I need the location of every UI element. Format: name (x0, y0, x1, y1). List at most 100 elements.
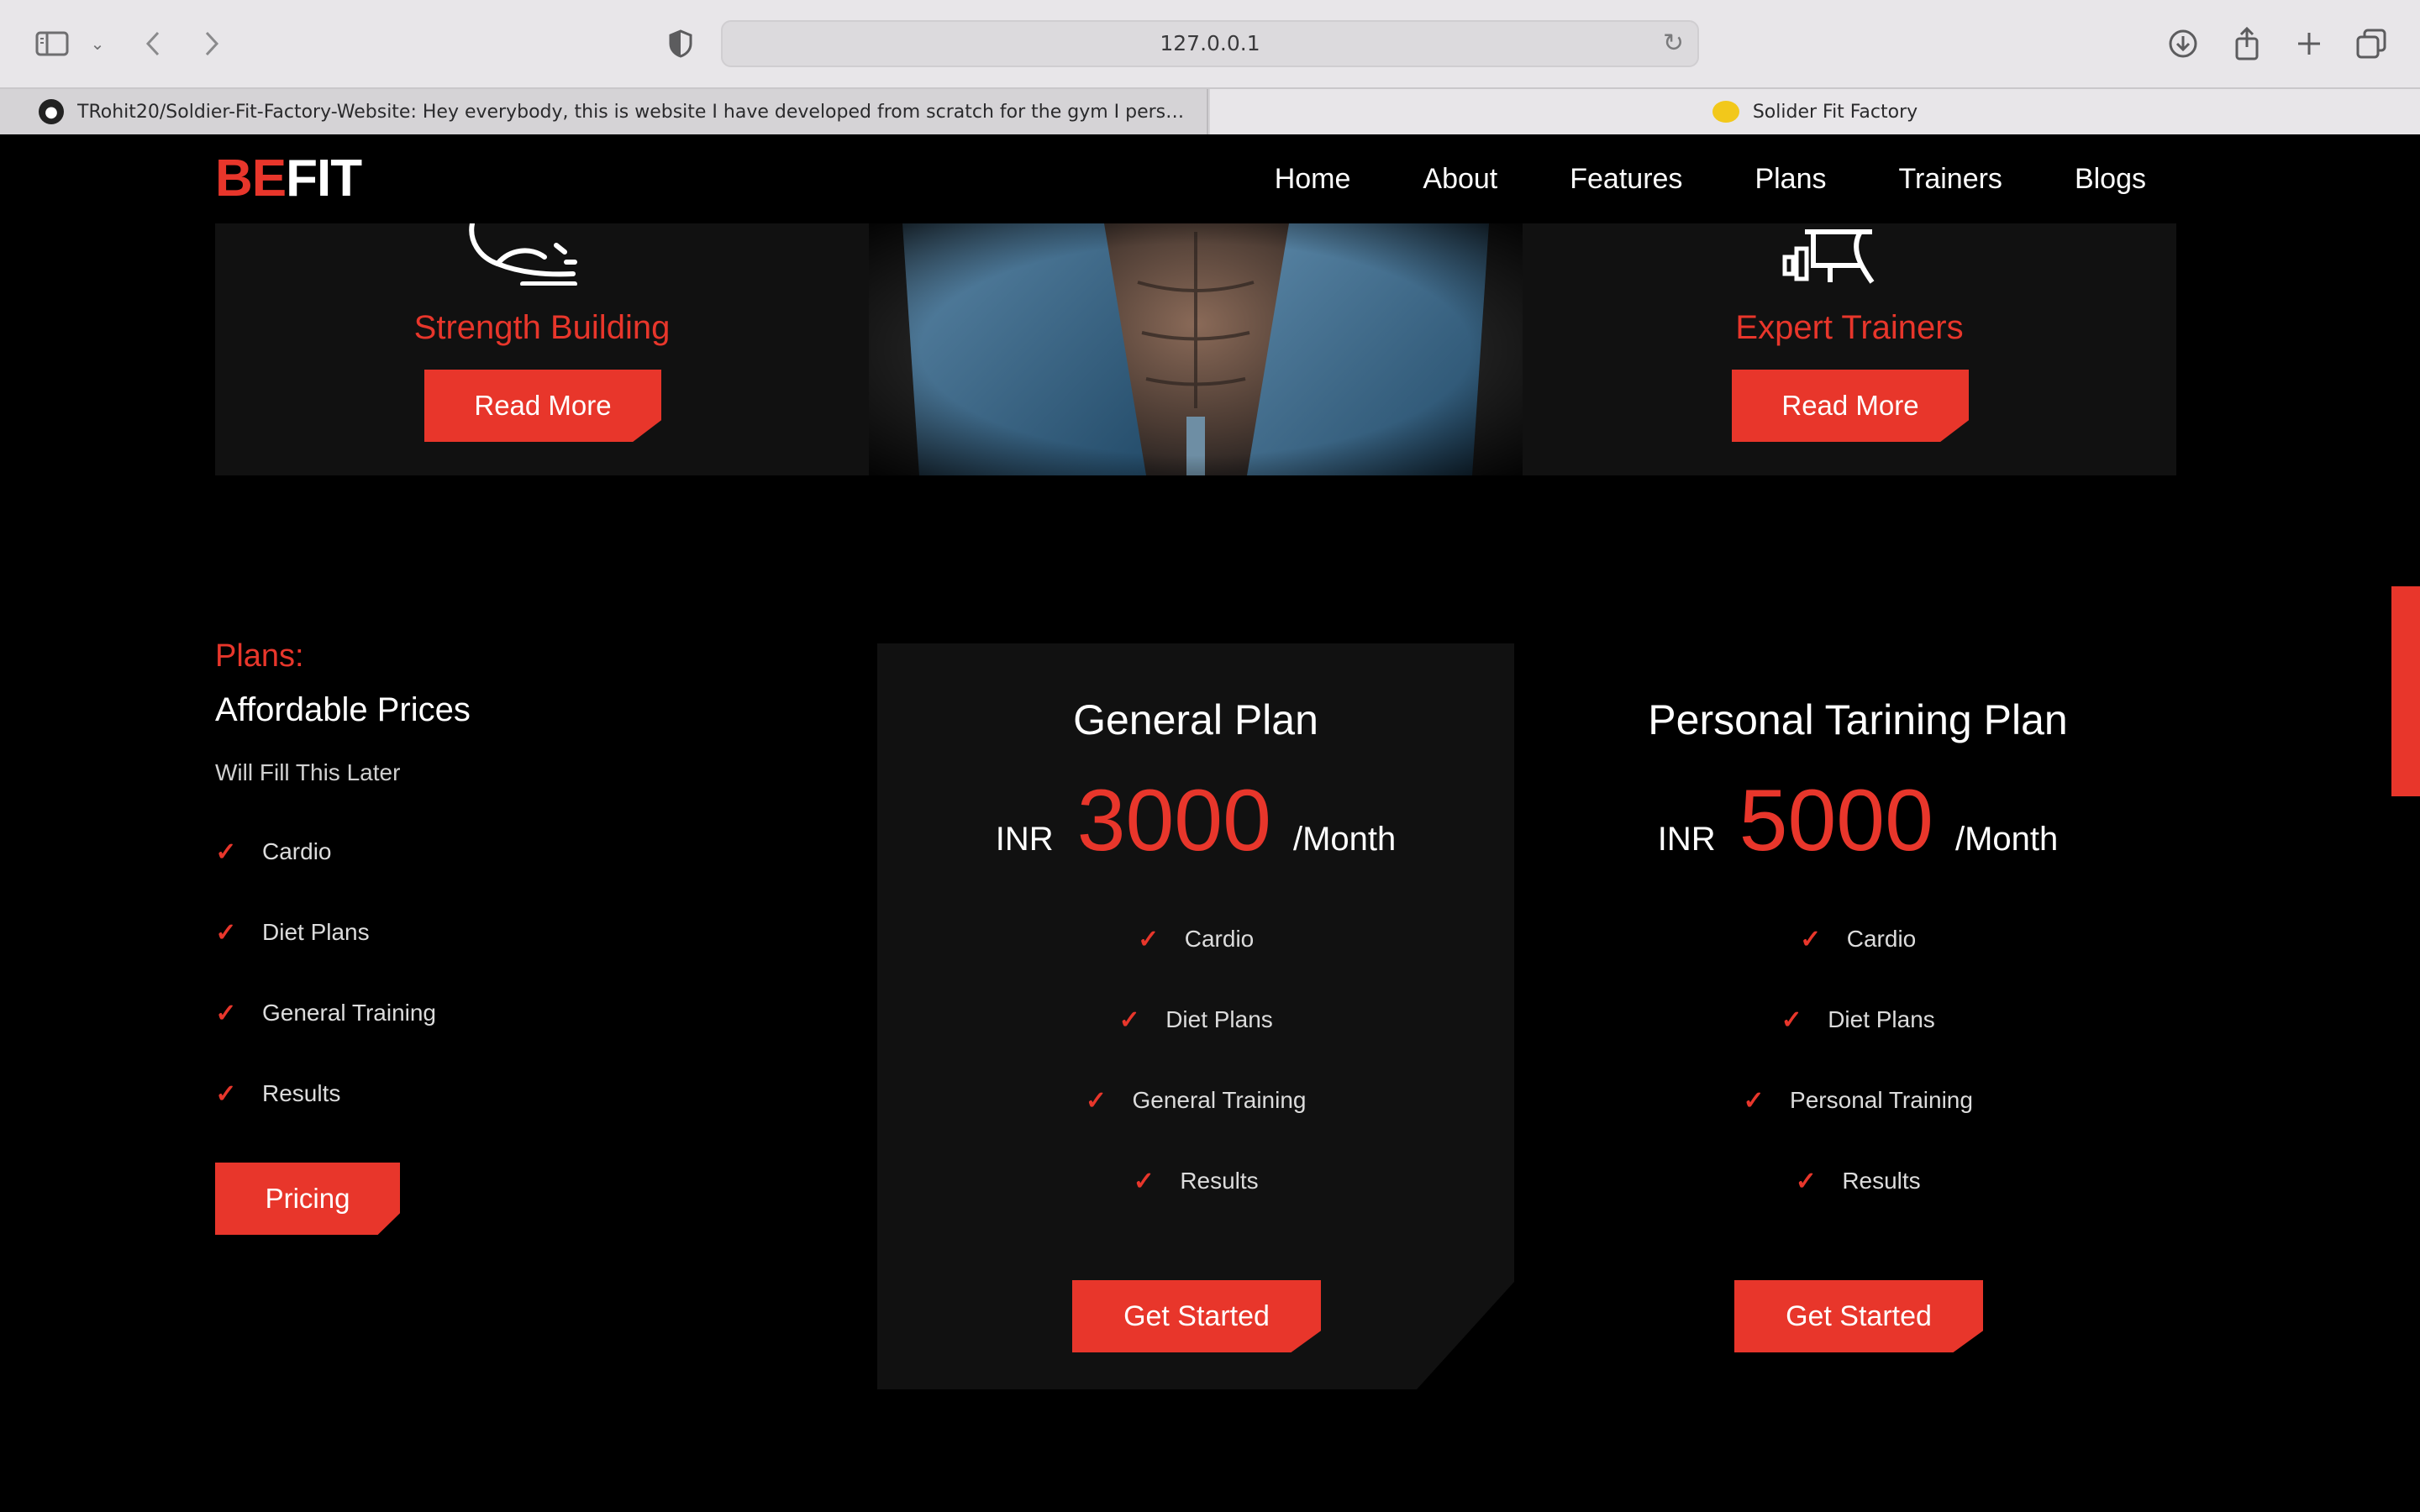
check-icon: ✓ (1138, 925, 1160, 953)
price-amount: 3000 (1076, 772, 1271, 869)
url-text: 127.0.0.1 (1160, 31, 1260, 55)
plan-card-personal: Personal Tarining Plan INR 5000 /Month ✓… (1539, 643, 2176, 1389)
list-item: ✓ Cardio (215, 811, 803, 892)
plans-kicker: Plans: (215, 638, 304, 674)
nav-about[interactable]: About (1423, 163, 1497, 196)
logo-fit: FIT (286, 150, 362, 207)
list-item: ✓ Results (1795, 1141, 1921, 1221)
nav-features[interactable]: Features (1570, 163, 1682, 196)
list-item-label: Diet Plans (262, 919, 370, 945)
new-tab-icon[interactable] (2289, 24, 2329, 64)
list-item-label: Results (1180, 1168, 1259, 1194)
tab-strip: ● TRohit20/Soldier-Fit-Factory-Website: … (0, 87, 2420, 134)
plan-price: INR 3000 /Month (877, 771, 1514, 871)
hero-fitness-image (869, 223, 1523, 475)
plan-feature-list: ✓ Cardio ✓ Diet Plans ✓ General Training ✓ R… (877, 899, 1514, 1221)
check-icon: ✓ (1133, 1167, 1155, 1195)
check-icon: ✓ (215, 1079, 237, 1108)
list-item-label: Diet Plans (1165, 1006, 1273, 1032)
site-favicon-icon (1712, 101, 1739, 123)
list-item: ✓ Results (1133, 1141, 1259, 1221)
tab-github[interactable]: ● TRohit20/Soldier-Fit-Factory-Website: … (0, 89, 1208, 134)
read-more-button[interactable]: Read More (1732, 370, 1969, 442)
list-item-label: Results (1842, 1168, 1921, 1194)
nav-blogs[interactable]: Blogs (2075, 163, 2146, 196)
shield-icon[interactable] (660, 24, 701, 64)
check-icon: ✓ (1118, 1005, 1140, 1034)
plans-description: Will Fill This Later (215, 759, 401, 785)
feature-card-trainers: Expert Trainers Read More (1523, 223, 2176, 475)
main-nav: Home About Features Plans Trainers Blogs (1202, 134, 2146, 223)
plan-card-general: General Plan INR 3000 /Month ✓ Cardio ✓ Di… (877, 643, 1514, 1389)
list-item-label: Personal Training (1790, 1087, 1973, 1113)
check-icon: ✓ (1781, 1005, 1802, 1034)
get-started-button[interactable]: Get Started (1734, 1280, 1983, 1352)
side-scroll-tab[interactable] (2391, 586, 2420, 796)
list-item-label: Results (262, 1080, 341, 1106)
read-more-button[interactable]: Read More (424, 370, 661, 442)
forward-icon[interactable] (192, 24, 232, 64)
list-item: ✓ General Training (215, 973, 803, 1053)
tab-title: Solider Fit Factory (1752, 101, 1918, 123)
plan-feature-list: ✓ Cardio ✓ Diet Plans ✓ Personal Training ✓… (1539, 899, 2176, 1221)
list-item: ✓ Personal Training (1743, 1060, 1973, 1141)
list-item: ✓ Diet Plans (1118, 979, 1273, 1060)
tab-title: TRohit20/Soldier-Fit-Factory-Website: He… (77, 101, 1195, 123)
address-bar[interactable]: 127.0.0.1 ↻ (721, 20, 1699, 67)
check-icon: ✓ (215, 837, 237, 866)
share-icon[interactable] (2227, 24, 2267, 64)
list-item-label: Cardio (1184, 926, 1255, 952)
back-icon[interactable] (133, 24, 173, 64)
list-item-label: General Training (1132, 1087, 1307, 1113)
tab-overview-icon[interactable] (2351, 24, 2391, 64)
list-item: ✓ Results (215, 1053, 803, 1134)
check-icon: ✓ (1795, 1167, 1817, 1195)
nav-trainers[interactable]: Trainers (1899, 163, 2002, 196)
price-period: /Month (1954, 821, 2059, 858)
plan-name: Personal Tarining Plan (1648, 696, 2068, 743)
list-item-label: Cardio (1846, 926, 1917, 952)
download-icon[interactable] (2163, 24, 2203, 64)
feature-title: Strength Building (413, 309, 671, 346)
price-amount: 5000 (1739, 772, 1933, 869)
logo-be: BE (215, 150, 287, 207)
tab-solider-fit-factory[interactable]: Solider Fit Factory (1210, 89, 2420, 134)
github-icon: ● (39, 99, 64, 124)
plans-intro-list: ✓ Cardio ✓ Diet Plans ✓ General Training ✓ R… (215, 811, 803, 1134)
site-header: BEFIT Home About Features Plans Trainers… (0, 134, 2420, 223)
strength-arm-icon (469, 223, 577, 286)
chevron-down-icon[interactable]: ⌄ (77, 24, 118, 64)
price-currency: INR (1657, 821, 1716, 858)
get-started-button[interactable]: Get Started (1072, 1280, 1321, 1352)
price-period: /Month (1292, 821, 1397, 858)
plans-heading: Affordable Prices (215, 691, 471, 728)
list-item: ✓ Diet Plans (1781, 979, 1935, 1060)
list-item: ✓ General Training (1085, 1060, 1307, 1141)
site-logo[interactable]: BEFIT (215, 146, 362, 212)
reload-icon[interactable]: ↻ (1663, 30, 1684, 57)
list-item-label: Diet Plans (1828, 1006, 1935, 1032)
list-item: ✓ Cardio (1800, 899, 1916, 979)
feature-card-strength: Strength Building Read More (215, 223, 869, 475)
trainer-equipment-icon (1782, 229, 1875, 284)
check-icon: ✓ (1743, 1086, 1765, 1115)
price-currency: INR (995, 821, 1054, 858)
nav-plans[interactable]: Plans (1754, 163, 1826, 196)
plans-intro: Plans: Affordable Prices Will Fill This … (215, 638, 803, 1134)
browser-toolbar: ⌄ 127.0.0.1 ↻ (0, 0, 2420, 87)
check-icon: ✓ (1085, 1086, 1107, 1115)
plan-name: General Plan (1073, 696, 1318, 743)
nav-home[interactable]: Home (1275, 163, 1351, 196)
check-icon: ✓ (1800, 925, 1822, 953)
pricing-button[interactable]: Pricing (215, 1163, 400, 1235)
features-strip: Strength Building Read More Expert Train… (215, 223, 2178, 475)
check-icon: ✓ (215, 918, 237, 947)
plan-price: INR 5000 /Month (1539, 771, 2176, 871)
feature-title: Expert Trainers (1735, 309, 1964, 346)
sidebar-icon[interactable] (32, 24, 72, 64)
check-icon: ✓ (215, 999, 237, 1027)
athlete-image (869, 223, 1523, 475)
list-item: ✓ Diet Plans (215, 892, 803, 973)
list-item-label: General Training (262, 1000, 437, 1026)
list-item-label: Cardio (262, 838, 332, 864)
